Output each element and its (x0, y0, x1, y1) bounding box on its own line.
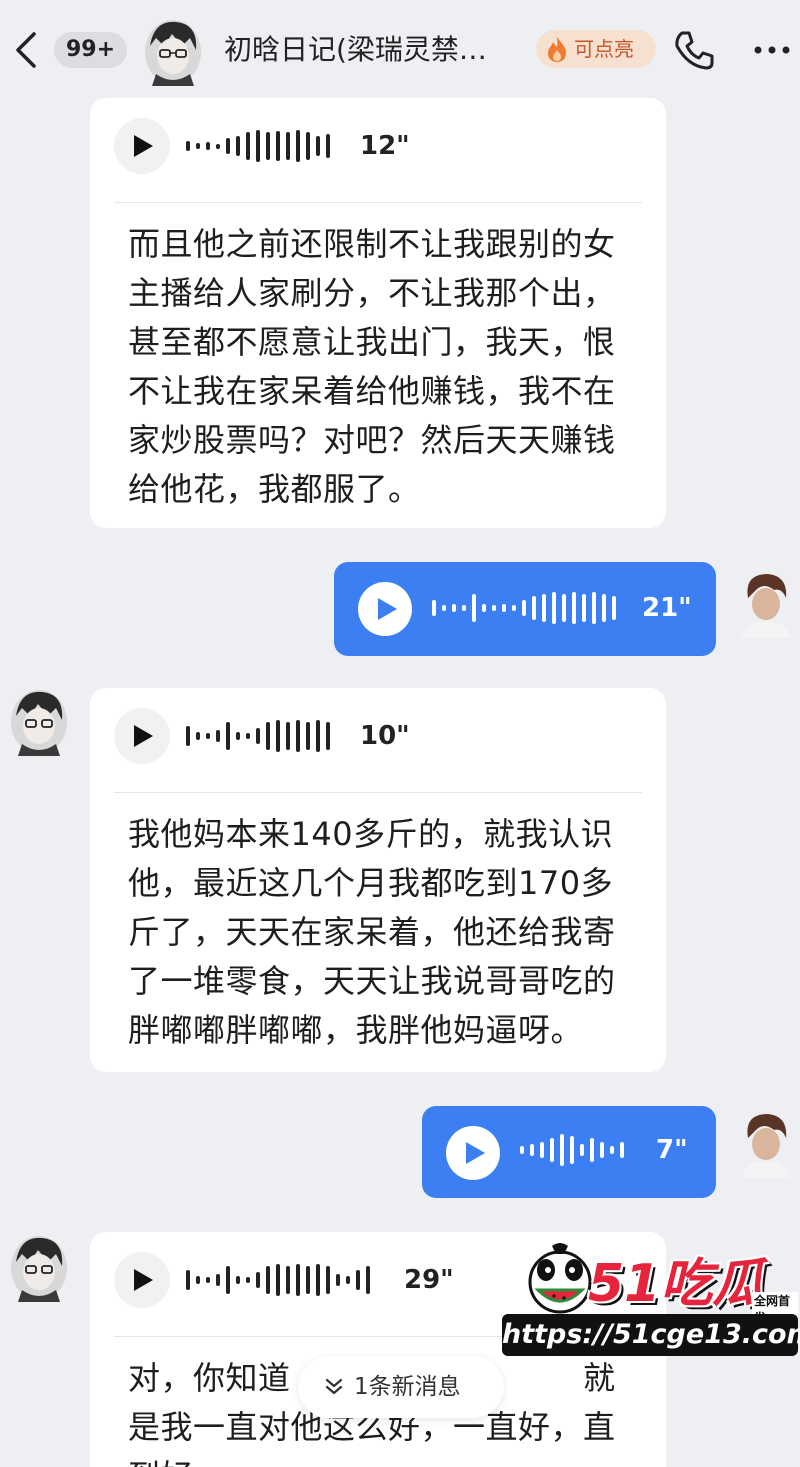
divider (114, 792, 642, 793)
play-button[interactable] (114, 1252, 170, 1308)
voice-duration: 12" (360, 131, 410, 161)
new-message-label: 1条新消息 (354, 1374, 461, 1400)
light-up-label: 可点亮 (574, 37, 634, 61)
voice-transcript: 我他妈本来140多斤的，就我认识他，最近这几个月我都吃到170多斤了，天天在家呆… (128, 815, 616, 1049)
play-icon (134, 1269, 153, 1291)
waveform-icon (520, 1134, 624, 1166)
watermelon-mascot-icon (528, 1243, 592, 1314)
chat-title[interactable]: 初晗日记(梁瑞灵禁… (224, 30, 514, 70)
play-button[interactable] (358, 582, 412, 636)
play-icon (466, 1142, 485, 1164)
play-button[interactable] (446, 1126, 500, 1180)
voice-player[interactable]: 10" (114, 708, 642, 764)
received-voice-message: 10" 我他妈本来140多斤的，就我认识他，最近这几个月我都吃到170多斤了，天… (90, 688, 666, 1072)
more-options-icon[interactable] (752, 44, 792, 56)
voice-transcript: 而且他之前还限制不让我跟别的女主播给人家刷分，不让我那个出，甚至都不愿意让我出门… (128, 225, 616, 508)
watermark-url: https://51cge13.com (502, 1314, 800, 1356)
light-up-chip[interactable]: 可点亮 (536, 30, 656, 68)
voice-duration: 21" (642, 593, 692, 623)
waveform-icon (432, 592, 616, 624)
play-icon (134, 135, 153, 157)
new-message-indicator[interactable]: 1条新消息 (298, 1356, 504, 1418)
sent-voice-message[interactable]: 21" (334, 562, 716, 656)
sent-voice-message[interactable]: 7" (422, 1106, 716, 1198)
watermark-brand: 51吃瓜 (588, 1254, 765, 1314)
waveform-icon (186, 1264, 370, 1296)
waveform-icon (186, 130, 330, 162)
contact-avatar[interactable] (142, 16, 204, 86)
watermark: 51吃瓜 全网首发 https://51cge13.com (502, 1240, 800, 1358)
unread-count-badge[interactable]: 99+ (54, 32, 128, 68)
back-chevron-icon[interactable] (8, 28, 44, 72)
my-avatar[interactable] (734, 568, 796, 638)
contact-avatar[interactable] (8, 1232, 70, 1302)
contact-avatar[interactable] (8, 686, 70, 756)
voice-player[interactable]: 12" (114, 118, 642, 174)
play-button[interactable] (114, 708, 170, 764)
my-avatar[interactable] (734, 1108, 796, 1178)
play-icon (378, 598, 397, 620)
voice-duration: 7" (656, 1135, 688, 1165)
voice-duration: 29" (404, 1265, 454, 1295)
received-voice-message: 12" 而且他之前还限制不让我跟别的女主播给人家刷分，不让我那个出，甚至都不愿意… (90, 98, 666, 528)
chat-header: 99+ 初晗日记(梁瑞灵禁… 可点亮 (0, 0, 800, 96)
double-chevron-down-icon (325, 1378, 343, 1395)
waveform-icon (186, 720, 330, 752)
phone-icon[interactable] (672, 28, 716, 72)
play-icon (134, 725, 153, 747)
flame-icon (548, 36, 566, 62)
play-button[interactable] (114, 118, 170, 174)
voice-duration: 10" (360, 721, 410, 751)
divider (114, 202, 642, 203)
